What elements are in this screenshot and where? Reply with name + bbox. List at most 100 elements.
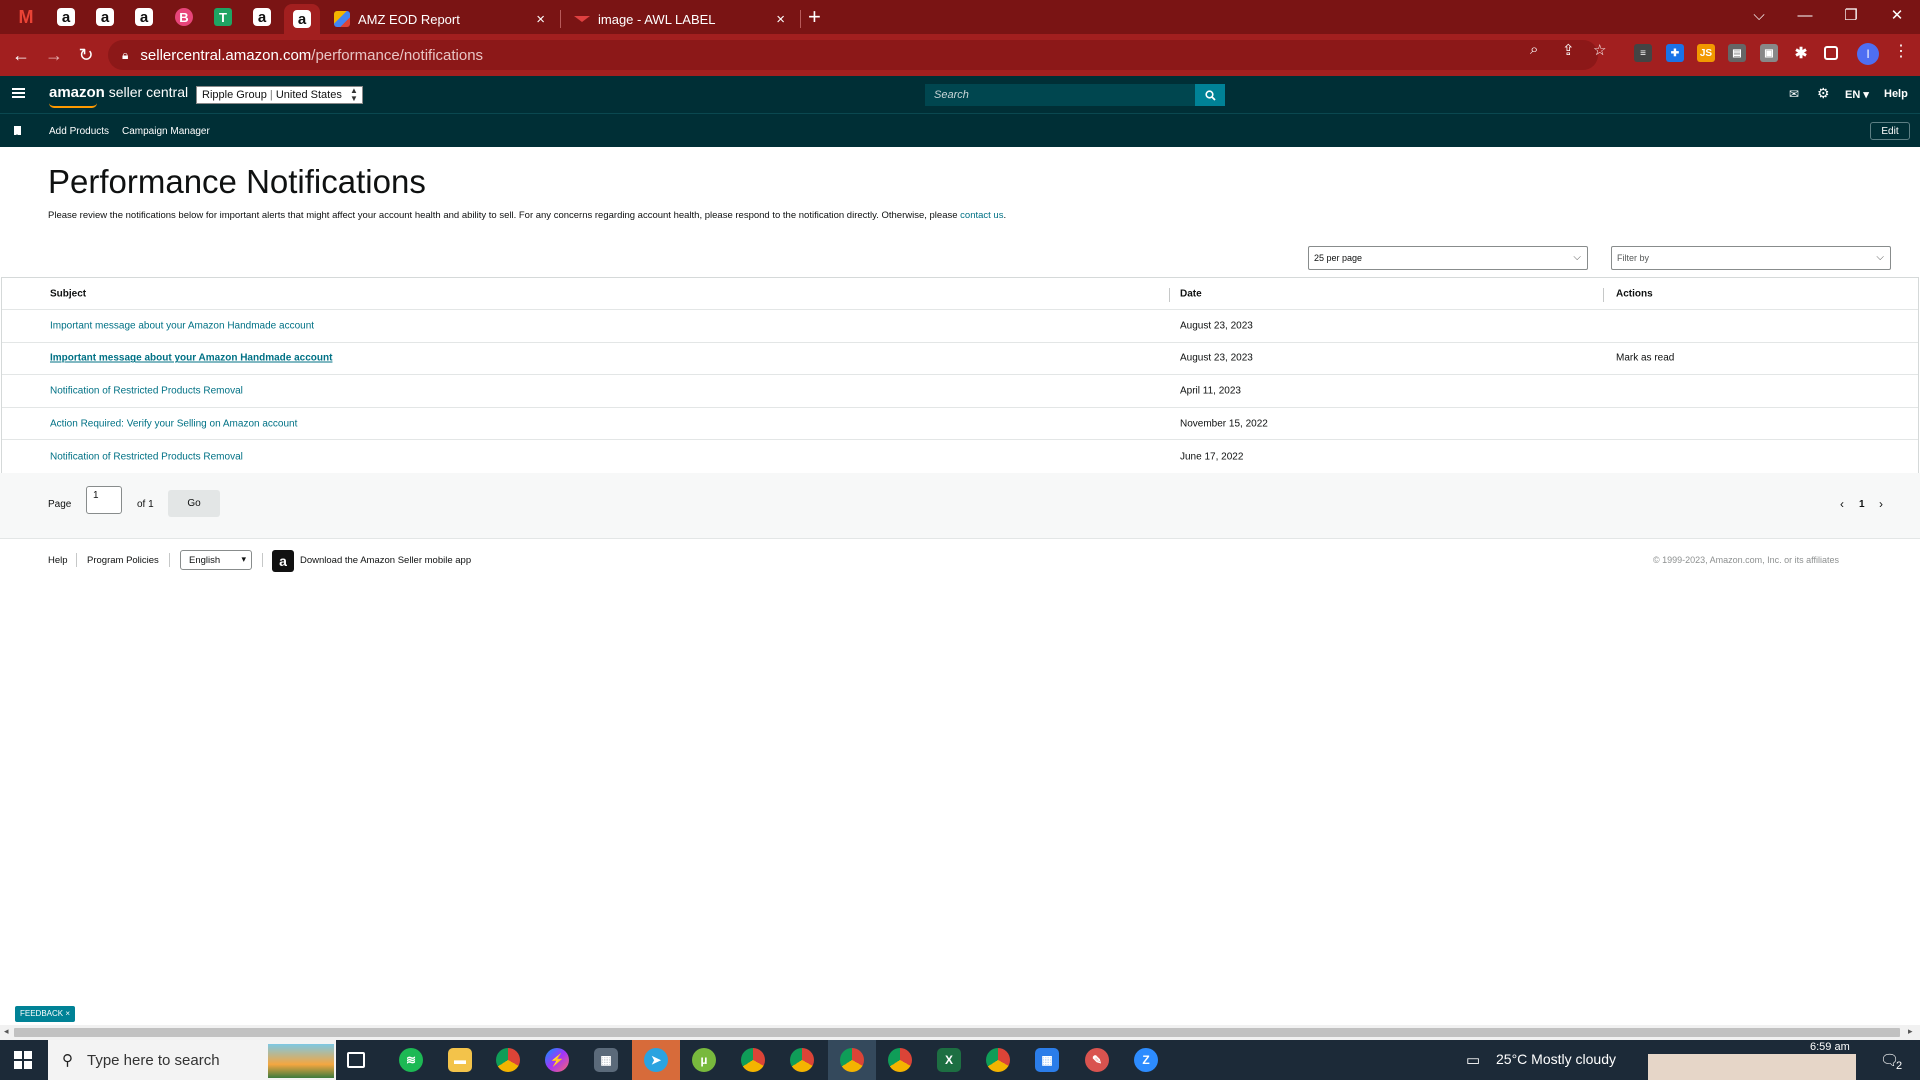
back-icon[interactable]: ← [8, 42, 34, 68]
chrome-profile-icon[interactable] [840, 1048, 864, 1072]
telegram-icon[interactable]: ➤ [644, 1048, 668, 1072]
scroll-right-icon[interactable]: ▸ [1908, 1026, 1913, 1037]
extension-icon[interactable]: ✚ [1666, 44, 1684, 62]
page-number-input[interactable]: 1 [86, 486, 122, 514]
close-tab-icon[interactable]: × [536, 11, 545, 28]
bookmark-campaign-manager[interactable]: Campaign Manager [122, 126, 210, 137]
previous-page-icon[interactable]: ‹ [1840, 497, 1844, 511]
chrome-profile-icon[interactable] [986, 1048, 1010, 1072]
column-header-date[interactable]: Date [1180, 288, 1202, 299]
notification-subject-link[interactable]: Action Required: Verify your Selling on … [50, 418, 297, 429]
gear-icon[interactable]: ⚙ [1817, 85, 1830, 102]
new-tab-button[interactable]: + [808, 6, 821, 28]
reload-icon[interactable]: ↻ [73, 42, 99, 68]
forward-icon[interactable]: → [41, 42, 67, 68]
pinned-tab-amazon-active[interactable]: a [284, 4, 320, 34]
tray-overlay-window [1648, 1054, 1856, 1080]
pinned-tab-amazon[interactable]: a [126, 4, 162, 30]
tab-awl-label[interactable]: image - AWL LABEL × [562, 4, 797, 34]
tab-search-chevron-icon[interactable]: ⌵ [1736, 0, 1782, 30]
profile-avatar[interactable]: I [1857, 43, 1879, 65]
extension-js-icon[interactable]: JS [1697, 44, 1715, 62]
footer-help-link[interactable]: Help [48, 555, 68, 566]
chrome-profile-icon[interactable] [741, 1048, 765, 1072]
utorrent-icon[interactable]: µ [692, 1048, 716, 1072]
share-icon[interactable]: ⇪ [1562, 41, 1575, 59]
notification-subject-link[interactable]: Important message about your Amazon Hand… [50, 320, 314, 331]
footer-language-select[interactable]: English ▾ [180, 550, 252, 570]
footer-program-policies-link[interactable]: Program Policies [87, 555, 159, 566]
next-page-icon[interactable]: › [1879, 497, 1883, 511]
pinned-tab-gmail[interactable]: M [8, 4, 44, 30]
minimize-icon[interactable]: — [1782, 0, 1828, 30]
chrome-icon[interactable] [496, 1048, 520, 1072]
tab-title: AMZ EOD Report [358, 11, 460, 27]
clock-time[interactable]: 6:59 am [1810, 1041, 1850, 1053]
notification-subject-link[interactable]: Notification of Restricted Products Remo… [50, 385, 243, 396]
edit-bookmarks-button[interactable]: Edit [1870, 122, 1910, 140]
amazon-app-icon[interactable]: a [272, 550, 294, 572]
mark-as-read-link[interactable]: Mark as read [1616, 353, 1674, 364]
excel-icon[interactable]: X [937, 1048, 961, 1072]
notification-subject-link-unread[interactable]: Important message about your Amazon Hand… [50, 353, 332, 364]
footer-divider [169, 553, 170, 567]
hamburger-menu-icon[interactable] [12, 88, 25, 98]
address-bar[interactable]: 🔒︎ sellercentral.amazon.com/performance/… [108, 40, 1598, 70]
bookmark-icon[interactable] [14, 126, 21, 137]
pinned-tab-amazon[interactable]: a [244, 4, 280, 30]
filter-select[interactable]: Filter by ⌵ [1611, 246, 1891, 270]
pinned-tab-amazon[interactable]: a [87, 4, 123, 30]
extension-icon[interactable]: ▣ [1760, 44, 1778, 62]
scrollbar-thumb[interactable] [14, 1028, 1900, 1037]
close-tab-icon[interactable]: × [776, 11, 785, 28]
file-explorer-icon[interactable]: ▬ [448, 1048, 472, 1072]
pinned-tab-sheets[interactable]: T [205, 4, 241, 30]
spotify-icon[interactable]: ≋ [399, 1048, 423, 1072]
chrome-profile-icon[interactable] [790, 1048, 814, 1072]
notification-subject-link[interactable]: Notification of Restricted Products Remo… [50, 451, 243, 462]
zoom-app-icon[interactable]: Z [1134, 1048, 1158, 1072]
language-selector[interactable]: EN ▾ [1845, 88, 1869, 101]
extensions-puzzle-icon[interactable]: ✱ [1792, 44, 1810, 62]
restore-icon[interactable]: ❐ [1828, 0, 1874, 30]
calendar-icon[interactable]: ▦ [1035, 1048, 1059, 1072]
search-button[interactable] [1195, 84, 1225, 106]
task-view-icon[interactable] [347, 1052, 365, 1068]
horizontal-scrollbar[interactable]: ◂ ▸ [0, 1025, 1920, 1040]
download-app-link[interactable]: Download the Amazon Seller mobile app [300, 555, 471, 566]
bookmark-add-products[interactable]: Add Products [49, 126, 109, 137]
messenger-icon[interactable]: ⚡ [545, 1048, 569, 1072]
tab-amz-eod-report[interactable]: AMZ EOD Report × [322, 4, 557, 34]
side-panel-icon[interactable] [1824, 46, 1838, 60]
mail-icon[interactable]: ✉ [1789, 87, 1799, 101]
zoom-icon[interactable]: ⌕ [1530, 41, 1538, 58]
account-switcher[interactable]: Ripple Group | United States ▲ ▼ [196, 86, 363, 104]
close-window-icon[interactable]: ✕ [1874, 0, 1920, 30]
feedback-button[interactable]: FEEDBACK × [15, 1006, 76, 1022]
weather-widget[interactable]: 25°C Mostly cloudy [1496, 1051, 1616, 1067]
pinned-tab-b[interactable]: B [166, 4, 202, 30]
go-button[interactable]: Go [168, 490, 220, 517]
extension-icon[interactable]: ▤ [1728, 44, 1746, 62]
seller-central-logo[interactable]: amazon seller central [49, 84, 188, 101]
pinned-tab-amazon[interactable]: a [48, 4, 84, 30]
scroll-left-icon[interactable]: ◂ [4, 1026, 9, 1037]
column-header-subject: Subject [50, 288, 87, 299]
logo-brand: amazon [49, 84, 105, 101]
browser-menu-icon[interactable]: ⋮ [1893, 41, 1909, 61]
calculator-icon[interactable]: ▦ [594, 1048, 618, 1072]
language-code: EN [1845, 89, 1861, 101]
current-page-number[interactable]: 1 [1859, 499, 1865, 510]
browser-toolbar: ← → ↻ 🔒︎ sellercentral.amazon.com/perfor… [0, 34, 1920, 76]
contact-us-link[interactable]: contact us [960, 210, 1003, 221]
table-row: Important message about your Amazon Hand… [2, 343, 1918, 376]
paint-icon[interactable]: ✎ [1085, 1048, 1109, 1072]
extension-off-icon[interactable]: ≡ [1634, 44, 1652, 62]
per-page-select[interactable]: 25 per page ⌵ [1308, 246, 1588, 270]
windows-start-icon[interactable] [14, 1051, 32, 1069]
search-input[interactable]: Search [925, 84, 1195, 106]
help-link[interactable]: Help [1884, 88, 1908, 100]
bookmark-star-icon[interactable]: ☆ [1593, 41, 1606, 59]
news-weather-icon[interactable]: ▭ [1466, 1051, 1480, 1069]
chrome-profile-icon[interactable] [888, 1048, 912, 1072]
